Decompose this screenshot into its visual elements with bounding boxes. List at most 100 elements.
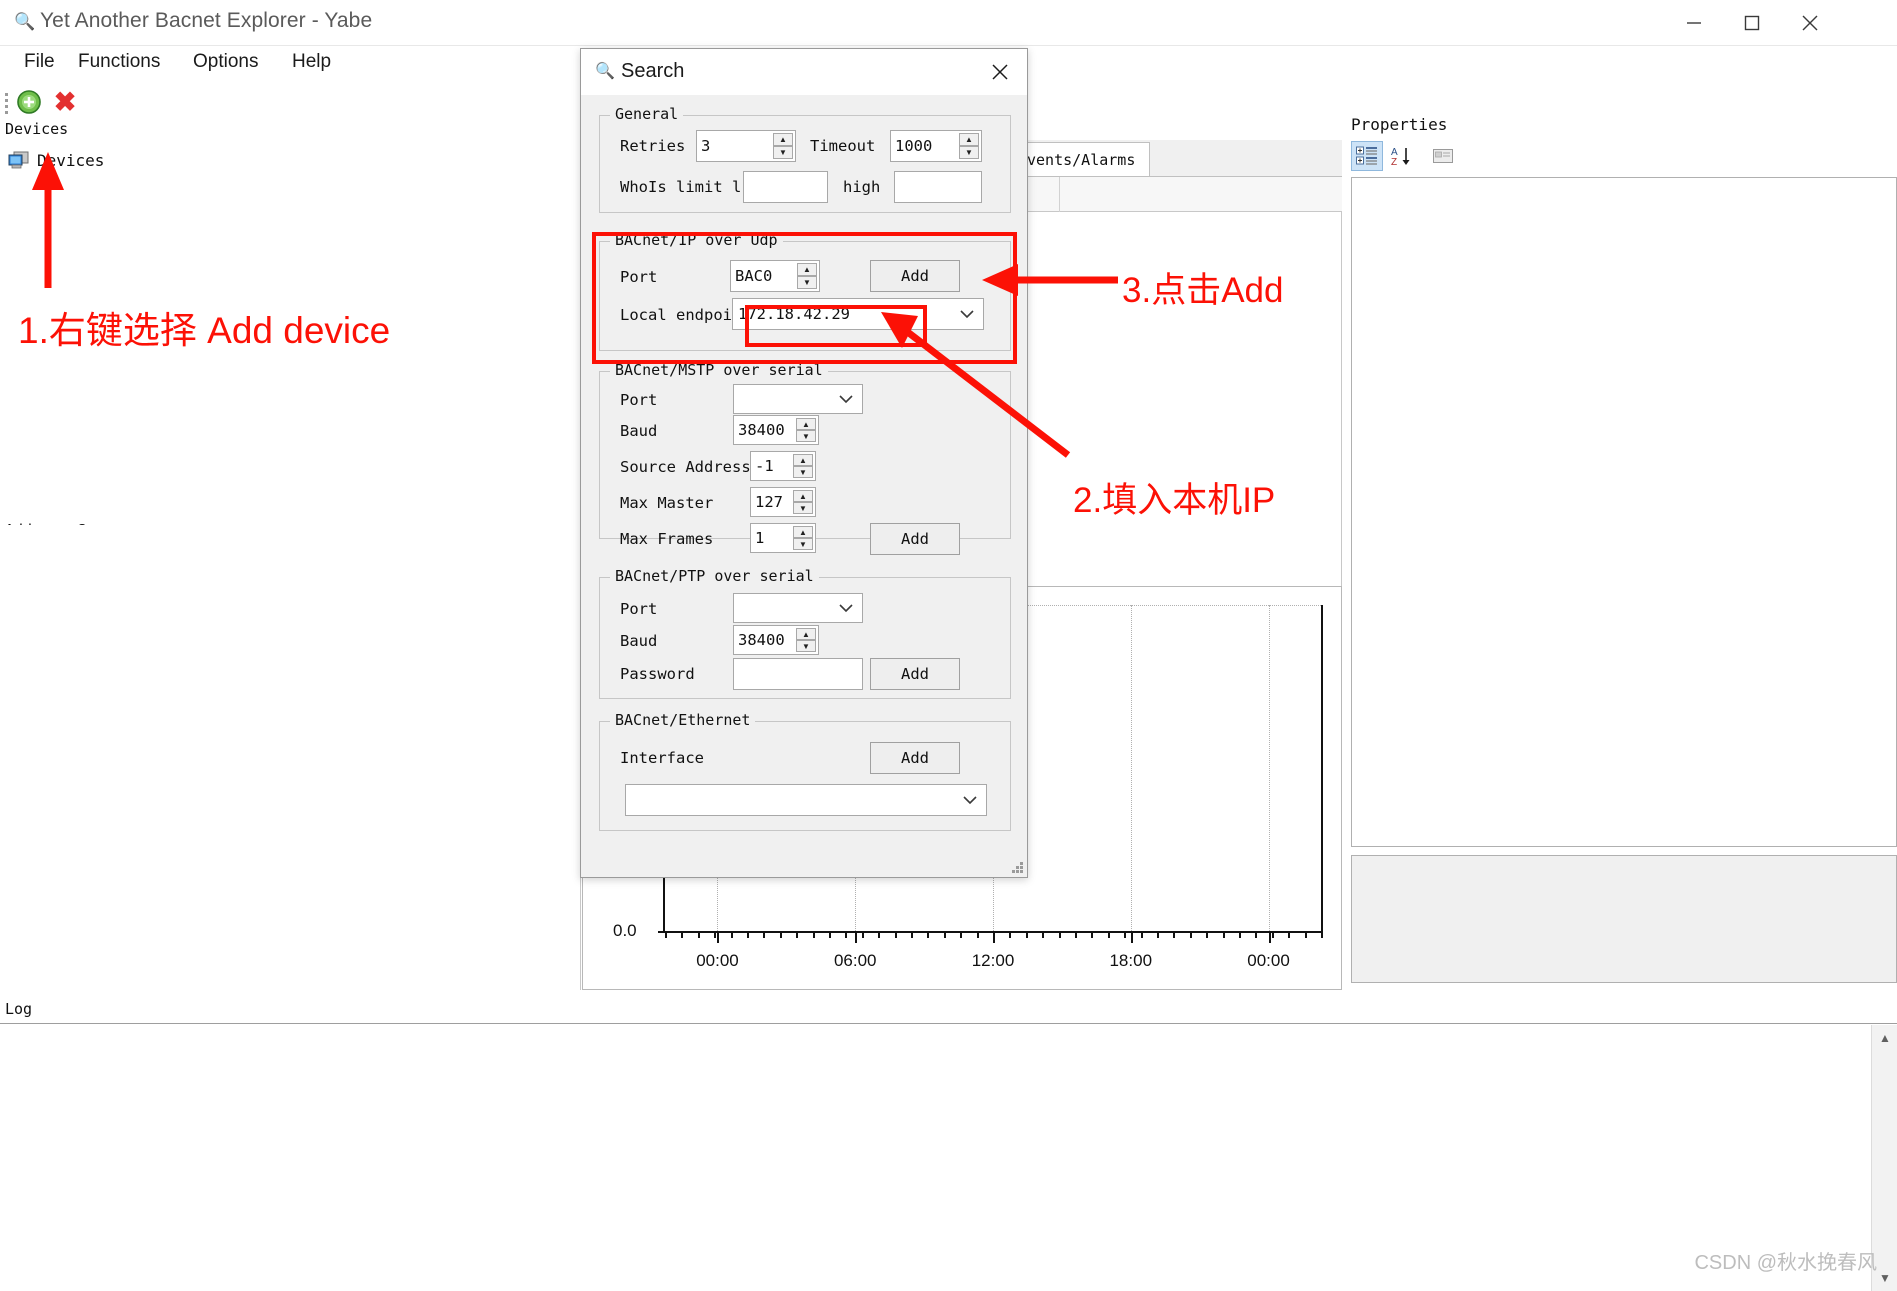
chart-xtick-minor [943,931,946,938]
log-header-label: Log [5,1000,33,1018]
mstp-port-combo[interactable] [733,384,863,414]
menu-functions[interactable]: Functions [72,51,166,77]
retries-spin-buttons[interactable]: ▲ ▼ [773,133,793,159]
ptp-password-input[interactable] [733,658,863,690]
chart-xtick-minor [730,931,733,938]
mstp-source-address-spin-buttons[interactable]: ▲ ▼ [793,454,813,478]
mstp-max-master-spin-buttons[interactable]: ▲ ▼ [793,490,813,514]
timeout-spin-down[interactable]: ▼ [959,146,979,159]
highlight-box-local-endpoint [745,305,927,347]
general-group: General Retries 3 ▲ ▼ Timeout 1000 ▲ ▼ W… [599,105,1011,213]
bacnet-ethernet-legend: BACnet/Ethernet [610,711,756,729]
menu-file[interactable]: File [18,51,61,77]
mstp-max-master-stepper[interactable]: 127 ▲ ▼ [750,487,816,517]
bacnet-ptp-add-button[interactable]: Add [870,658,960,690]
timeout-spin-up[interactable]: ▲ [959,133,979,146]
mstp-baud-spin-down[interactable]: ▼ [796,430,816,442]
annotation-step-3: 3.点击Add [1122,271,1284,310]
bacnet-ethernet-group: BACnet/Ethernet Interface Add [599,711,1011,831]
mstp-baud-spin-up[interactable]: ▲ [796,418,816,430]
timeout-label: Timeout [810,137,876,155]
add-device-icon[interactable] [16,89,42,115]
mstp-baud-stepper[interactable]: 38400 ▲ ▼ [733,415,819,445]
retries-stepper[interactable]: 3 ▲ ▼ [696,130,796,162]
retries-spin-up[interactable]: ▲ [773,133,793,146]
chart-gridline-vertical [1268,605,1270,931]
chart-xtick-minor [1321,931,1323,938]
chart-gridline-vertical [1130,605,1132,931]
properties-grid[interactable] [1351,177,1897,847]
log-scroll-up-arrow[interactable]: ▲ [1872,1025,1897,1051]
timeout-stepper[interactable]: 1000 ▲ ▼ [890,130,982,162]
ptp-baud-spin-down[interactable]: ▼ [796,640,816,652]
chart-xtick-label: 00:00 [696,951,739,970]
whois-low-input[interactable] [743,171,828,203]
close-button[interactable] [1781,0,1839,46]
mstp-max-master-spin-down[interactable]: ▼ [793,502,813,514]
bacnet-ethernet-add-button[interactable]: Add [870,742,960,774]
tree-item-label: Devices [37,150,105,170]
mstp-max-frames-spin-down[interactable]: ▼ [793,538,813,550]
mstp-source-address-spin-down[interactable]: ▼ [793,466,813,478]
minimize-button[interactable] [1665,0,1723,46]
whois-high-input[interactable] [894,171,982,203]
chart-xtick [1268,931,1271,943]
chart-xtick-label: 06:00 [833,951,877,970]
tree-item-devices[interactable]: Devices [8,148,104,172]
mstp-max-frames-spin-buttons[interactable]: ▲ ▼ [793,526,813,550]
chart-xtick-minor [1025,931,1028,938]
categorized-view-icon[interactable] [1351,141,1383,171]
search-dialog[interactable]: 🔍 Search General Retries 3 ▲ ▼ Timeout 1… [580,48,1028,878]
mstp-source-address-spin-up[interactable]: ▲ [793,454,813,466]
property-pages-icon[interactable] [1427,141,1459,171]
chart-xtick-minor [861,931,864,938]
chart-xtick-minor [927,931,930,938]
mstp-baud-spin-buttons[interactable]: ▲ ▼ [796,418,816,442]
chart-xtick [717,931,720,943]
timeout-spin-buttons[interactable]: ▲ ▼ [959,133,979,159]
chart-xtick-minor [1206,931,1209,938]
chart-xtick-minor [1091,931,1094,938]
ptp-baud-spin-up[interactable]: ▲ [796,628,816,640]
chevron-down-icon [838,390,854,408]
mstp-max-master-spin-up[interactable]: ▲ [793,490,813,502]
mstp-max-frames-spin-up[interactable]: ▲ [793,526,813,538]
log-body[interactable]: ▲ ▼ [0,1025,1897,1291]
ptp-port-label: Port [620,600,658,618]
ptp-port-combo[interactable] [733,593,863,623]
retries-spin-down[interactable]: ▼ [773,146,793,159]
chart-xtick-minor [960,931,963,938]
sort-alphabetical-icon[interactable]: A Z [1387,141,1419,171]
mstp-source-address-stepper[interactable]: -1 ▲ ▼ [750,451,816,481]
chart-xtick-label: 00:00 [1247,951,1290,970]
bacnet-mstp-add-button[interactable]: Add [870,523,960,555]
chart-xtick-minor [697,931,700,938]
chart-xtick-minor [1058,931,1061,938]
menu-options[interactable]: Options [187,51,264,77]
dialog-resize-grip[interactable] [1011,861,1025,875]
chart-xtick-minor [1075,931,1077,938]
dialog-title-bar: 🔍 Search [581,49,1027,95]
tab-events-alarms[interactable]: vents/Alarms [1012,142,1151,176]
address-space-panel[interactable] [0,525,581,990]
ethernet-interface-combo[interactable] [625,784,987,816]
mstp-max-master-label: Max Master [620,494,714,512]
chart-xtick-minor [1239,931,1241,938]
chart-xtick-minor [1042,931,1045,938]
ptp-baud-spin-buttons[interactable]: ▲ ▼ [796,628,816,652]
mstp-max-frames-stepper[interactable]: 1 ▲ ▼ [750,523,816,553]
toolbar-grip[interactable] [5,90,10,114]
ptp-baud-stepper[interactable]: 38400 ▲ ▼ [733,625,819,655]
chart-xtick-minor [796,931,799,938]
maximize-button[interactable] [1723,0,1781,46]
mstp-source-address-value: -1 [755,457,774,475]
ethernet-interface-label: Interface [620,749,704,767]
general-group-legend: General [610,105,684,123]
whois-limit-label: WhoIs limit l [620,178,742,196]
delete-device-icon[interactable]: ✖ [52,89,78,116]
title-bar: 🔍 Yet Another Bacnet Explorer - Yabe [0,0,1897,46]
chart-xtick-label: 18:00 [1109,951,1153,970]
bacnet-ptp-group: BACnet/PTP over serial Port Baud 38400 ▲… [599,567,1011,699]
menu-help[interactable]: Help [286,51,337,77]
dialog-close-button[interactable] [983,58,1017,86]
